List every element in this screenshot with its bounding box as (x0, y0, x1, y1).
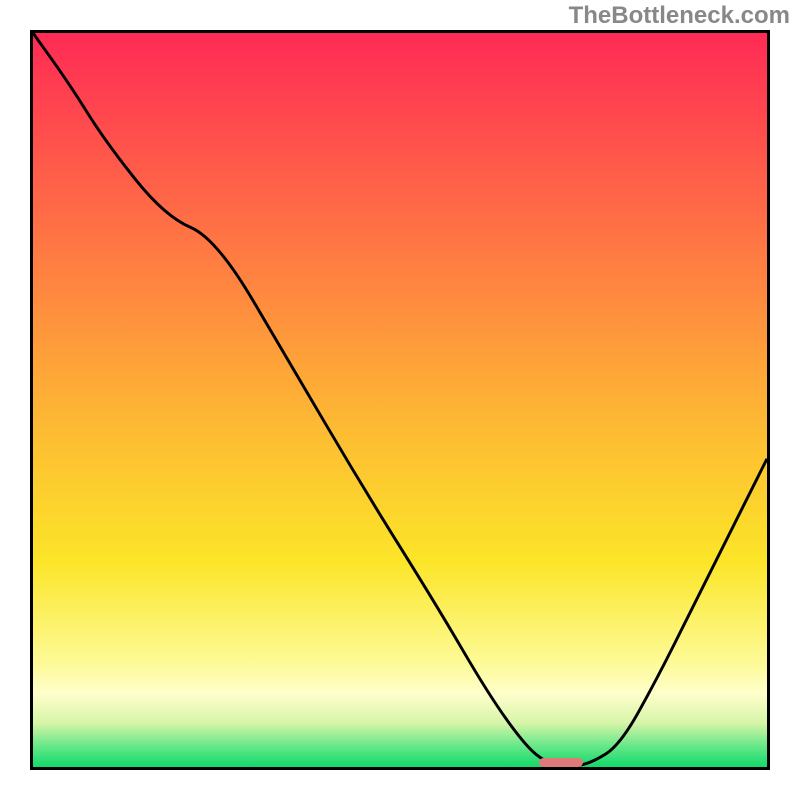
optimal-point-marker (539, 758, 583, 767)
plot-area (30, 30, 770, 770)
bottleneck-curve-path (33, 33, 767, 766)
curve-svg (33, 33, 767, 767)
chart-container: TheBottleneck.com (0, 0, 800, 800)
watermark-text: TheBottleneck.com (569, 2, 790, 30)
